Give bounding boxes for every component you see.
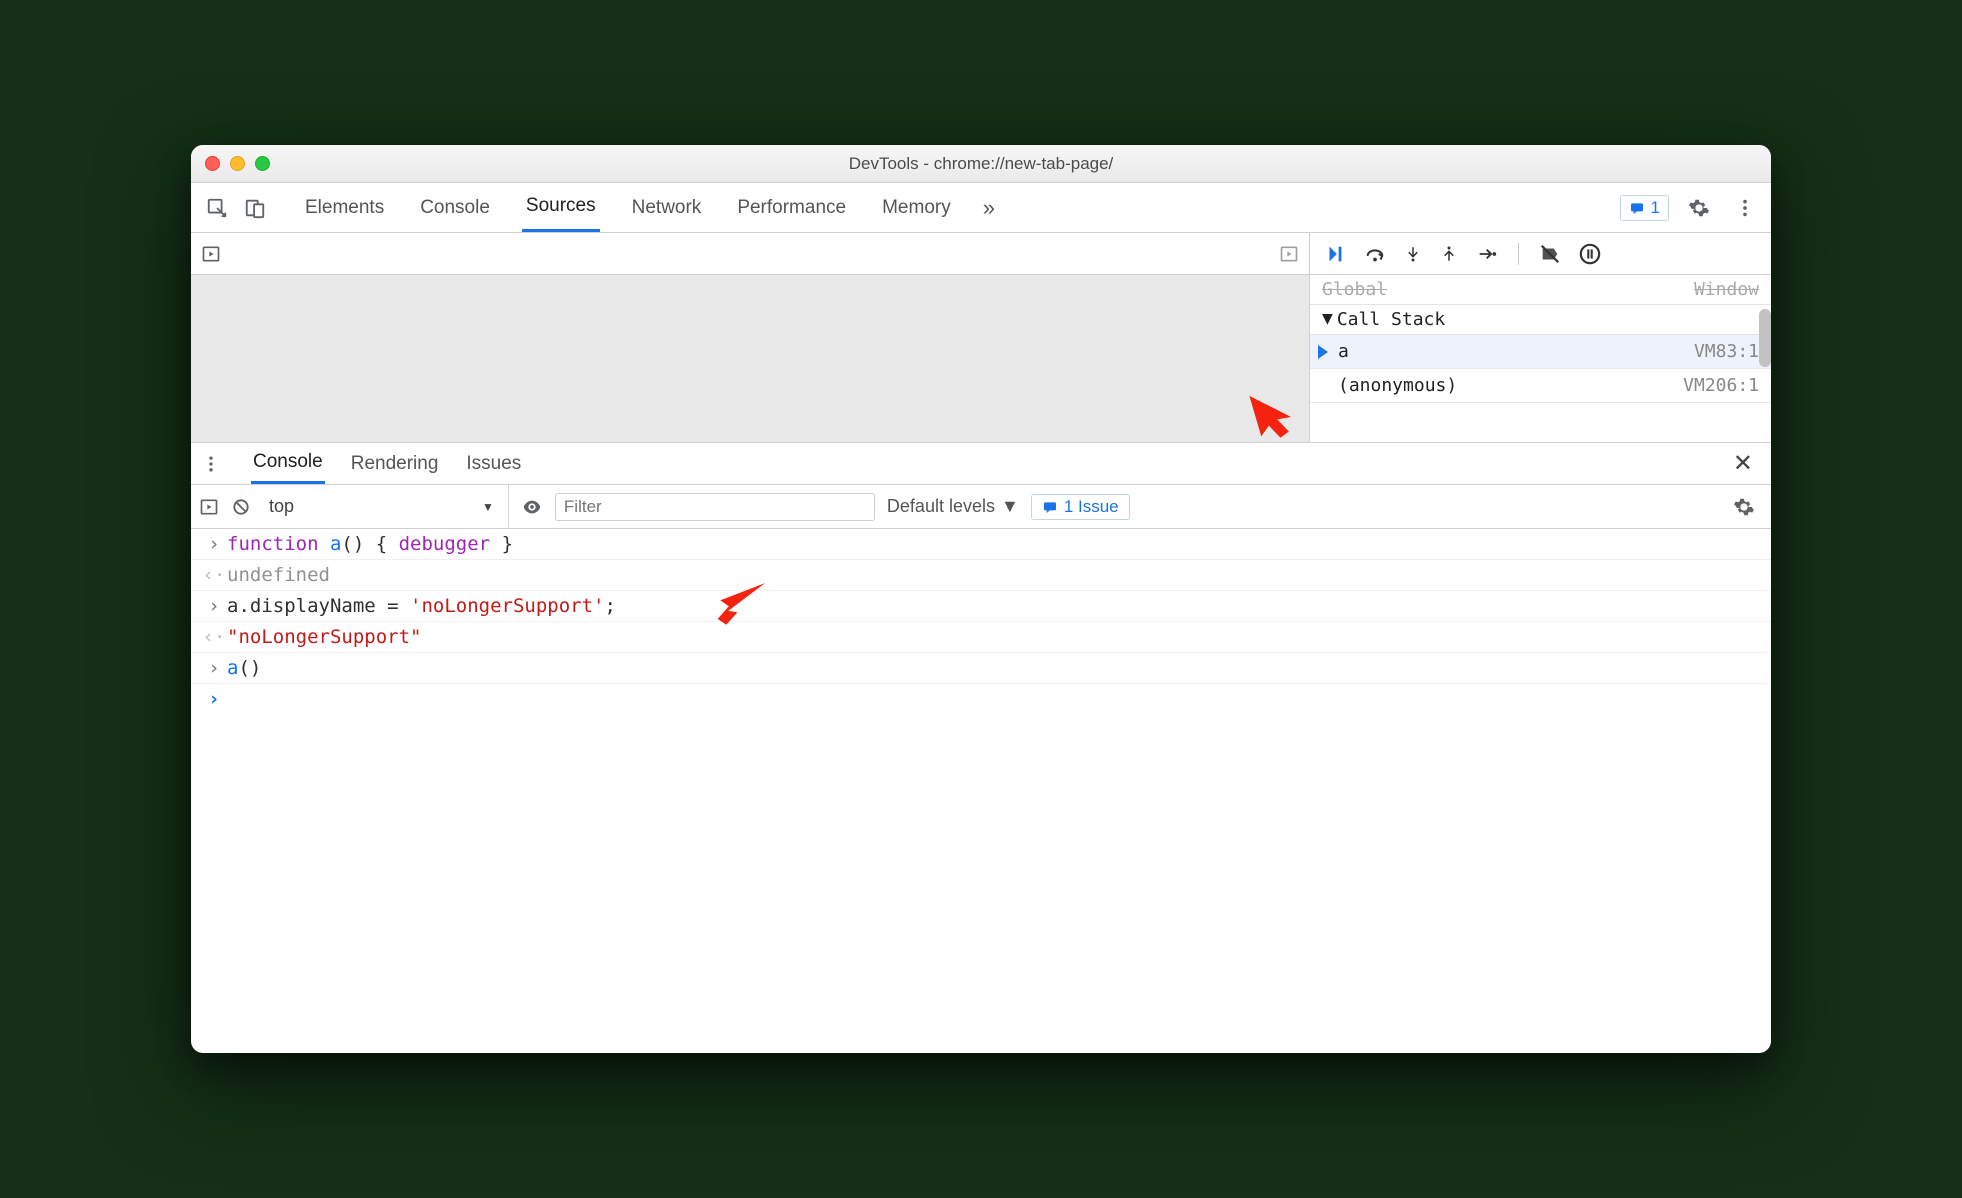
chevron-down-icon: ▼ <box>1001 496 1019 517</box>
drawer-tab-console[interactable]: Console <box>251 443 325 484</box>
editor-empty-area <box>191 275 1309 442</box>
issues-count: 1 <box>1651 198 1660 218</box>
tab-sources[interactable]: Sources <box>522 183 600 232</box>
drawer-menu-icon[interactable] <box>201 454 227 474</box>
tab-console[interactable]: Console <box>416 185 494 231</box>
step-out-icon[interactable] <box>1440 243 1458 265</box>
titlebar: DevTools - chrome://new-tab-page/ <box>191 145 1771 183</box>
issues-badge[interactable]: 1 <box>1620 195 1669 221</box>
debugger-controls <box>1310 233 1771 275</box>
stack-fn: a <box>1338 341 1349 362</box>
tab-elements[interactable]: Elements <box>301 185 388 231</box>
input-marker-icon: › <box>201 533 227 555</box>
console-prompt-row[interactable]: › <box>191 684 1771 714</box>
filter-input[interactable] <box>555 493 875 521</box>
drawer-tab-issues[interactable]: Issues <box>464 445 523 483</box>
input-marker-icon: › <box>201 657 227 679</box>
separator <box>1518 243 1519 265</box>
devtools-window: DevTools - chrome://new-tab-page/ Elemen… <box>191 145 1771 1053</box>
settings-gear-icon[interactable] <box>1683 192 1715 224</box>
stack-loc: VM83:1 <box>1694 341 1759 362</box>
device-toolbar-icon[interactable] <box>239 192 271 224</box>
step-icon[interactable] <box>1476 243 1498 265</box>
context-selector[interactable]: top ▼ <box>263 485 509 528</box>
console-output-row: ‹· "noLongerSupport" <box>191 622 1771 653</box>
code-line: function a() { debugger } <box>227 533 513 555</box>
code-line: a.displayName = 'noLongerSupport'; <box>227 595 616 617</box>
stack-loc: VM206:1 <box>1683 375 1759 396</box>
sources-panel: Global Window ▼Call Stack a VM83:1 (anon… <box>191 233 1771 443</box>
debugger-sidebar: Global Window ▼Call Stack a VM83:1 (anon… <box>1309 233 1771 442</box>
drawer-tab-rendering[interactable]: Rendering <box>349 445 441 483</box>
scope-value: Window <box>1694 279 1759 300</box>
output-marker-icon: ‹· <box>201 626 227 648</box>
scope-name: Global <box>1322 279 1387 300</box>
kebab-menu-icon[interactable] <box>1729 192 1761 224</box>
resume-icon[interactable] <box>1324 243 1346 265</box>
scope-global-row[interactable]: Global Window <box>1310 275 1771 305</box>
console-input-row: › function a() { debugger } <box>191 529 1771 560</box>
console-toolbar: top ▼ Default levels ▼ 1 Issue <box>191 485 1771 529</box>
stack-frame-0[interactable]: a VM83:1 <box>1310 335 1771 369</box>
console-input-row: › a() <box>191 653 1771 684</box>
prompt-marker-icon: › <box>201 688 227 710</box>
close-window-button[interactable] <box>205 156 220 171</box>
window-title: DevTools - chrome://new-tab-page/ <box>191 154 1771 174</box>
drawer-tabs: Console Rendering Issues ✕ <box>191 443 1771 485</box>
log-levels-selector[interactable]: Default levels ▼ <box>887 496 1019 517</box>
minimize-window-button[interactable] <box>230 156 245 171</box>
console-sidebar-icon[interactable] <box>199 497 219 517</box>
call-stack-header[interactable]: ▼Call Stack <box>1310 305 1771 335</box>
console-input-row: › a.displayName = 'noLongerSupport'; <box>191 591 1771 622</box>
drawer-close-icon[interactable]: ✕ <box>1725 445 1761 482</box>
step-over-icon[interactable] <box>1364 243 1386 265</box>
main-tabs-bar: Elements Console Sources Network Perform… <box>191 183 1771 233</box>
console-output-row: ‹· undefined <box>191 560 1771 591</box>
scrollbar-thumb[interactable] <box>1759 309 1771 367</box>
console-issues-chip[interactable]: 1 Issue <box>1031 494 1130 520</box>
pause-on-exceptions-icon[interactable] <box>1579 243 1601 265</box>
show-debugger-icon[interactable] <box>1279 244 1299 264</box>
chevron-down-icon: ▼ <box>482 500 494 514</box>
code-line: undefined <box>227 564 330 586</box>
show-navigator-icon[interactable] <box>201 244 221 264</box>
console-settings-gear-icon[interactable] <box>1725 496 1763 518</box>
stack-fn: (anonymous) <box>1338 375 1457 396</box>
context-label: top <box>269 496 294 517</box>
tab-memory[interactable]: Memory <box>878 185 955 231</box>
sources-editor-bar <box>191 233 1309 275</box>
input-marker-icon: › <box>201 595 227 617</box>
main-tabs: Elements Console Sources Network Perform… <box>301 183 1614 232</box>
step-into-icon[interactable] <box>1404 243 1422 265</box>
inspect-element-icon[interactable] <box>201 192 233 224</box>
output-marker-icon: ‹· <box>201 564 227 586</box>
stack-frame-1[interactable]: (anonymous) VM206:1 <box>1310 369 1771 403</box>
console-body: › function a() { debugger } ‹· undefined… <box>191 529 1771 1053</box>
code-line: "noLongerSupport" <box>227 626 421 648</box>
maximize-window-button[interactable] <box>255 156 270 171</box>
sources-left-column <box>191 233 1309 442</box>
more-tabs-button[interactable]: » <box>983 195 995 221</box>
tab-network[interactable]: Network <box>628 185 706 231</box>
tab-performance[interactable]: Performance <box>733 185 850 231</box>
deactivate-breakpoints-icon[interactable] <box>1539 243 1561 265</box>
live-expression-icon[interactable] <box>521 496 543 518</box>
window-controls <box>205 156 270 171</box>
code-line: a() <box>227 657 261 679</box>
clear-console-icon[interactable] <box>231 497 251 517</box>
